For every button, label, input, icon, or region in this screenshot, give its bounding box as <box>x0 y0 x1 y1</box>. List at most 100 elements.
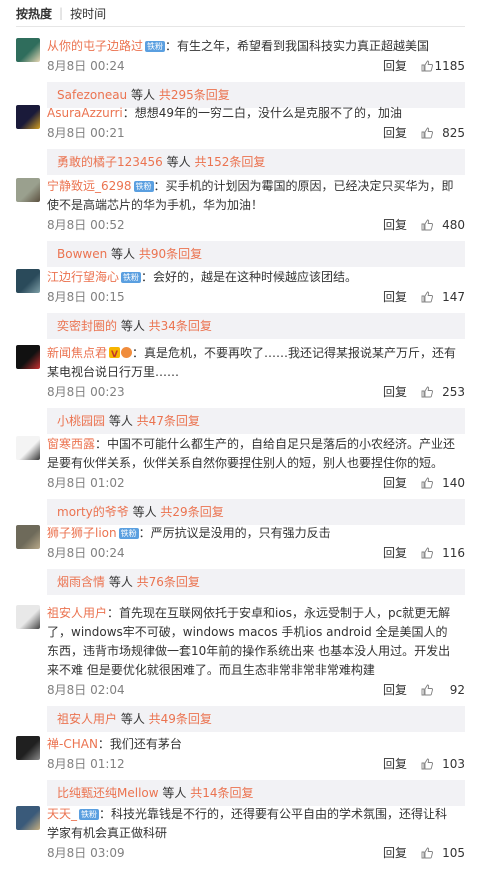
reply-summary-user[interactable]: 祖安人用户 <box>57 712 117 726</box>
like-count: 480 <box>442 218 465 232</box>
avatar[interactable] <box>16 736 40 760</box>
reply-summary-user[interactable]: 比纯甄还纯Mellow <box>57 786 159 800</box>
comment-item: AsuraAzzurri：想想49年的一穷二白，没什么是克服不了的，加油 8月8日… <box>0 100 481 175</box>
comment-username[interactable]: 江边行望海心 <box>47 270 119 284</box>
comment-meta: 8月8日 00:23 回复 253 <box>47 382 465 402</box>
reply-summary[interactable]: 勇敢的橘子123456 等人 共152条回复 <box>47 149 465 175</box>
sort-by-time[interactable]: 按时间 <box>70 5 106 22</box>
reply-summary-user[interactable]: morty的爷爷 <box>57 505 129 519</box>
comment-username[interactable]: 宁静致远_6298 <box>47 179 132 193</box>
reply-summary-user[interactable]: 小桃园园 <box>57 414 105 428</box>
reply-button[interactable]: 回复 <box>383 123 407 143</box>
comment-username[interactable]: 天天_ <box>47 807 77 821</box>
avatar[interactable] <box>16 525 40 549</box>
reply-summary-mid: 等人 <box>105 575 137 589</box>
reply-summary-mid: 等人 <box>107 247 139 261</box>
comment-meta: 8月8日 02:04 回复 92 <box>47 680 465 700</box>
reply-button[interactable]: 回复 <box>383 543 407 563</box>
reply-button[interactable]: 回复 <box>383 680 407 700</box>
avatar[interactable] <box>16 38 40 62</box>
comment-username[interactable]: AsuraAzzurri <box>47 106 123 120</box>
avatar[interactable] <box>16 806 40 830</box>
comment-time: 8月8日 00:24 <box>47 546 125 560</box>
avatar[interactable] <box>16 269 40 293</box>
avatar[interactable] <box>16 105 40 129</box>
like-count: 92 <box>449 683 465 697</box>
reply-summary-mid: 等人 <box>158 786 191 800</box>
comment-text: 窗寒西露：中国不可能什么都生产的，自给自足只是落后的小农经济。产业还是要有伙伴关… <box>47 435 457 473</box>
avatar[interactable] <box>16 436 40 460</box>
comment-body: ：有生之年，希望看到我国科技实力真正超越美国 <box>165 39 430 53</box>
comment-username[interactable]: 从你的屯子边路过 <box>47 39 143 53</box>
reply-summary-user[interactable]: 烟雨含情 <box>57 575 105 589</box>
reply-button[interactable]: 回复 <box>383 473 407 493</box>
comment-text: 狮子狮子lion 铁粉 ：严厉抗议是没用的，只有强力反击 <box>47 524 457 543</box>
comment-meta: 8月8日 00:24 回复 116 <box>47 543 465 563</box>
reply-summary-count[interactable]: 共49条回复 <box>149 712 212 726</box>
comment-time: 8月8日 00:21 <box>47 126 125 140</box>
comment-meta: 8月8日 03:09 回复 105 <box>47 843 465 863</box>
comment-item: 宁静致远_6298 铁粉 ：买手机的计划因为霉国的原因，已经决定只买华为，即使不是高… <box>0 173 481 267</box>
reply-summary[interactable]: 祖安人用户 等人 共49条回复 <box>47 706 465 732</box>
comment-meta: 8月8日 00:52 回复 480 <box>47 215 465 235</box>
comment-username[interactable]: 狮子狮子lion <box>47 526 117 540</box>
comment-time: 8月8日 02:04 <box>47 683 125 697</box>
reply-summary-count[interactable]: 共29条回复 <box>160 505 223 519</box>
comment-body: ：会好的，越是在这种时候越应该团结。 <box>141 270 358 284</box>
comment-text: 天天_ 铁粉 ：科技光靠钱是不行的，还得要有公平自由的学术氛围，还得让科学家有机会真… <box>47 805 457 843</box>
sort-bar: 按热度 | 按时间 <box>0 0 481 26</box>
reply-summary-count[interactable]: 共14条回复 <box>190 786 253 800</box>
reply-button[interactable]: 回复 <box>383 287 407 307</box>
fan-badge: 铁粉 <box>118 528 139 539</box>
avatar[interactable] <box>16 345 40 369</box>
comment-time: 8月8日 01:12 <box>47 757 125 771</box>
comment-text: 祖安人用户：首先现在互联网依托于安卓和ios，永远受制于人，pc就更无解了，wi… <box>47 604 457 680</box>
comment-username[interactable]: 窗寒西露 <box>47 437 95 451</box>
reply-button[interactable]: 回复 <box>383 382 407 402</box>
like-count: 140 <box>442 476 465 490</box>
comment-username[interactable]: 祖安人用户 <box>47 606 107 620</box>
comment-time: 8月8日 00:52 <box>47 218 125 232</box>
reply-summary-mid: 等人 <box>117 712 149 726</box>
comment-text: AsuraAzzurri：想想49年的一穷二白，没什么是克服不了的，加油 <box>47 104 457 123</box>
comment-item: 祖安人用户：首先现在互联网依托于安卓和ios，永远受制于人，pc就更无解了，wi… <box>0 600 481 732</box>
reply-summary-count[interactable]: 共90条回复 <box>139 247 202 261</box>
comment-body: ：中国不可能什么都生产的，自给自足只是落后的小农经济。产业还是要有伙伴关系，伙伴… <box>47 437 456 470</box>
sort-by-hot[interactable]: 按热度 <box>16 5 52 22</box>
comment-item: 天天_ 铁粉 ：科技光靠钱是不行的，还得要有公平自由的学术氛围，还得让科学家有机会真… <box>0 801 481 863</box>
comment-body: ：首先现在互联网依托于安卓和ios，永远受制于人，pc就更无解了，windows… <box>47 606 451 677</box>
reply-summary-mid: 等人 <box>117 319 149 333</box>
reply-button[interactable]: 回复 <box>383 56 407 76</box>
comment-username[interactable]: 禅-CHAN <box>47 737 98 751</box>
reply-summary[interactable]: 烟雨含情 等人 共76条回复 <box>47 569 465 595</box>
avatar[interactable] <box>16 178 40 202</box>
reply-summary-count[interactable]: 共47条回复 <box>137 414 200 428</box>
comment-item: 江边行望海心 铁粉 ：会好的，越是在这种时候越应该团结。 8月8日 00:15 回复 14… <box>0 264 481 339</box>
like-count: 147 <box>442 290 465 304</box>
fan-badge: 铁粉 <box>121 272 142 283</box>
like-count: 103 <box>442 757 465 771</box>
comment-time: 8月8日 01:02 <box>47 476 125 490</box>
reply-button[interactable]: 回复 <box>383 843 407 863</box>
reply-summary-count[interactable]: 共76条回复 <box>137 575 200 589</box>
reply-summary-count[interactable]: 共34条回复 <box>149 319 212 333</box>
member-icon <box>121 347 133 358</box>
comment-username[interactable]: 新闻焦点君 <box>47 346 107 360</box>
reply-summary-user[interactable]: Bowwen <box>57 247 107 261</box>
comment-meta: 8月8日 00:24 回复 1185 <box>47 56 465 76</box>
comment-text: 禅-CHAN：我们还有茅台 <box>47 735 457 754</box>
avatar[interactable] <box>16 605 40 629</box>
reply-button[interactable]: 回复 <box>383 754 407 774</box>
reply-summary-user[interactable]: 勇敢的橘子123456 <box>57 155 163 169</box>
like-count: 105 <box>442 846 465 860</box>
comment-meta: 8月8日 01:02 回复 140 <box>47 473 465 493</box>
comment-time: 8月8日 00:23 <box>47 385 125 399</box>
comment-body: ：科技光靠钱是不行的，还得要有公平自由的学术氛围，还得让科学家有机会真正做科研 <box>47 807 448 840</box>
comment-item: 新闻焦点君：真是危机，不要再吹了……我还记得某报说某产万斤，还有某电视台说日行万… <box>0 340 481 434</box>
reply-button[interactable]: 回复 <box>383 215 407 235</box>
reply-summary-count[interactable]: 共152条回复 <box>194 155 265 169</box>
comment-text: 从你的屯子边路过 铁粉 ：有生之年，希望看到我国科技实力真正超越美国 <box>47 37 457 56</box>
reply-summary[interactable]: 奕密封圈的 等人 共34条回复 <box>47 313 465 339</box>
fan-badge: 铁粉 <box>145 41 166 52</box>
reply-summary-user[interactable]: 奕密封圈的 <box>57 319 117 333</box>
